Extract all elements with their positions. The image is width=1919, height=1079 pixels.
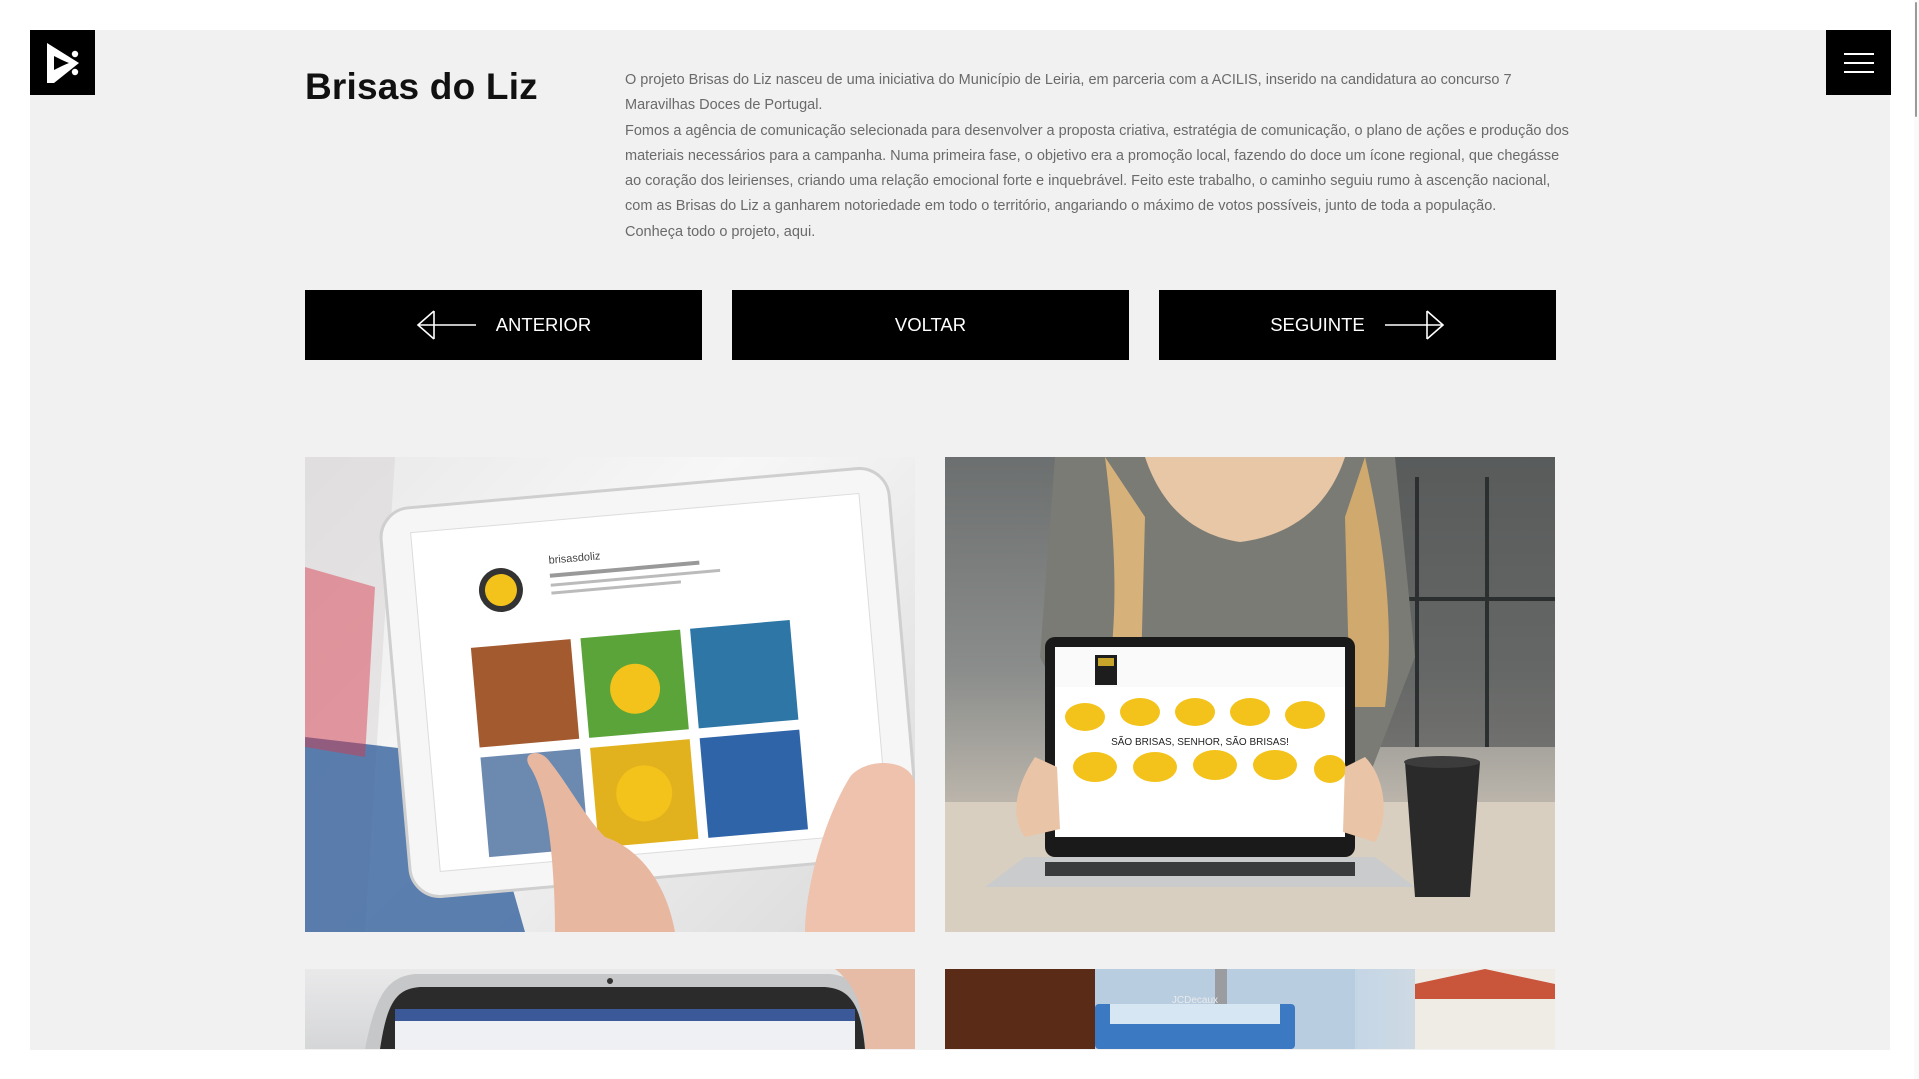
project-navigation: ANTERIOR VOLTAR SEGUINTE [305,290,1556,360]
project-description: O projeto Brisas do Liz nasceu de uma in… [625,68,1575,245]
description-paragraph: Fomos a agência de comunicação seleciona… [625,122,1569,215]
outdoor-billboard-photo[interactable]: JCDecaux [945,969,1555,1049]
hamburger-menu-button[interactable] [1826,30,1891,95]
arrow-left-icon [416,310,476,340]
previous-project-button[interactable]: ANTERIOR [305,290,702,360]
next-project-button[interactable]: SEGUINTE [1159,290,1556,360]
page-title: Brisas do Liz [305,66,538,107]
project-link[interactable]: Conheça todo o projeto, aqui. [625,220,1575,245]
billboard-brand: JCDecaux [1172,995,1218,1006]
home-logo-button[interactable] [30,30,95,95]
laptop-website-photo[interactable]: SÃO BRISAS, SENHOR, SÃO BRISAS! [945,457,1555,932]
scrollbar-thumb[interactable] [1915,2,1917,117]
next-label: SEGUINTE [1270,314,1365,335]
agency-logo-icon [46,42,79,83]
tablet-instagram-photo[interactable]: brisasdoliz [305,457,915,932]
arrow-right-icon [1384,310,1444,340]
back-label: VOLTAR [894,314,967,335]
page-scrollbar[interactable] [1914,0,1919,1079]
website-tagline: SÃO BRISAS, SENHOR, SÃO BRISAS! [1111,735,1289,748]
hamburger-menu-icon [1843,52,1874,55]
previous-label: ANTERIOR [495,314,592,335]
description-paragraph: O projeto Brisas do Liz nasceu de uma in… [625,72,1512,114]
back-button[interactable]: VOLTAR [732,290,1129,360]
laptop-facebook-photo[interactable] [305,969,915,1049]
